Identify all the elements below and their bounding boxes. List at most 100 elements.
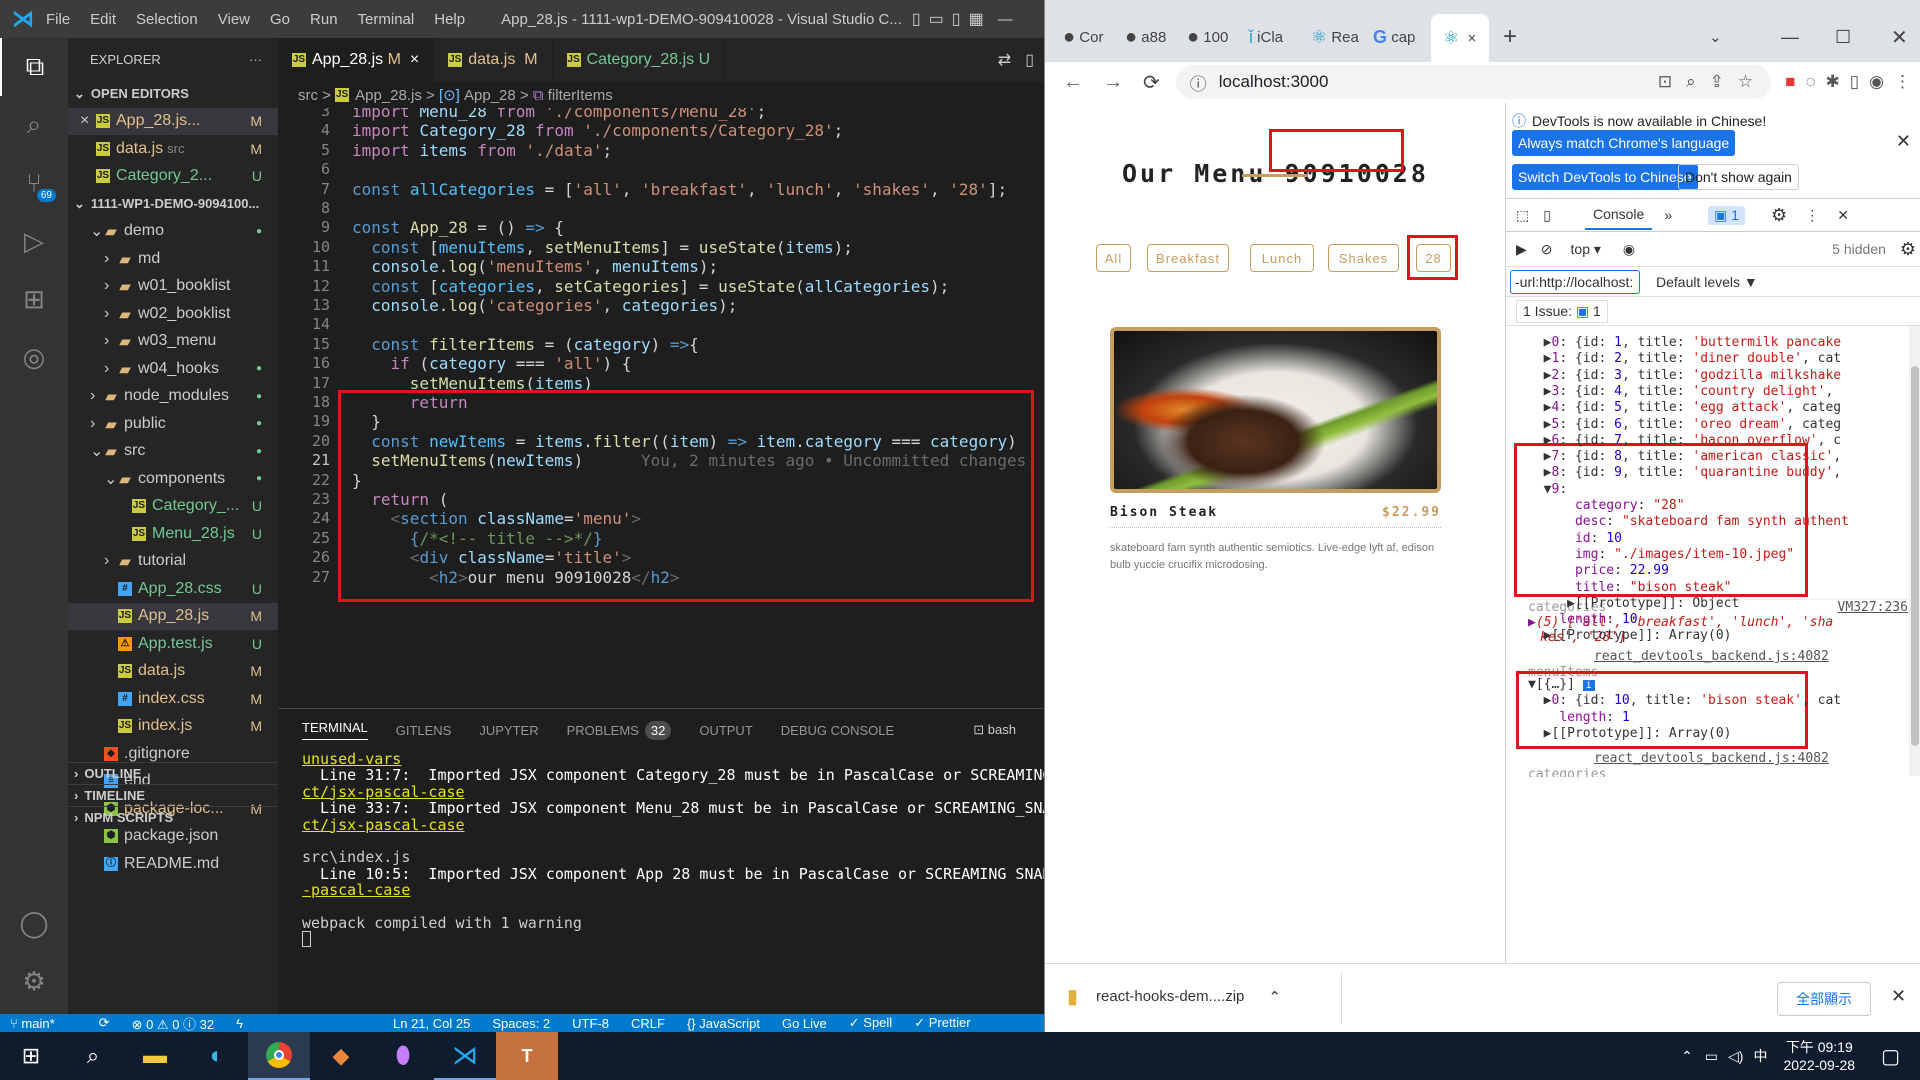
close-download-bar-icon[interactable]: ✕ xyxy=(1891,986,1906,1007)
issues-link[interactable]: 1 Issue: ▣ 1 xyxy=(1516,299,1608,323)
console-filter-input[interactable]: -url:http://localhost: xyxy=(1510,269,1640,294)
tree-item[interactable]: › ▰ w04_hooks ● xyxy=(68,355,278,383)
file-explorer-icon[interactable]: ▬ xyxy=(124,1032,186,1080)
source-control-icon[interactable]: ⑂ 69 xyxy=(0,154,68,212)
filter-all-button[interactable]: All xyxy=(1096,244,1131,272)
breadcrumb-component[interactable]: App_28 xyxy=(464,87,516,104)
status-bolt-icon[interactable]: ϟ xyxy=(236,1016,243,1031)
open-editor-item[interactable]: × JS App_28.js... M xyxy=(68,107,278,135)
inspect-icon[interactable]: ⬚ xyxy=(1516,207,1529,224)
run-debug-icon[interactable]: ▷ xyxy=(0,212,68,270)
close-icon[interactable]: × xyxy=(80,112,96,130)
tree-item[interactable]: JS data.js M xyxy=(68,658,278,686)
search-icon[interactable]: ⌕ xyxy=(0,96,68,154)
devtools-scrollbar[interactable] xyxy=(1909,326,1920,776)
status-problems[interactable]: ⊗ 0 ⚠ 0 ⓘ 32 xyxy=(132,1014,215,1032)
settings-gear-icon[interactable]: ⚙ xyxy=(1771,205,1787,226)
tab-category-28-js[interactable]: JS Category_28.js U xyxy=(553,38,726,82)
status-spaces[interactable]: Spaces: 2 xyxy=(492,1016,550,1031)
tab-react[interactable]: ⚛ Rea xyxy=(1311,22,1359,52)
menu-selection[interactable]: Selection xyxy=(136,11,198,28)
tab-gitlens[interactable]: GITLENS xyxy=(396,723,452,738)
filter-breakfast-button[interactable]: Breakfast xyxy=(1147,244,1229,272)
tab-console[interactable]: Console xyxy=(1584,200,1653,230)
menu-go[interactable]: Go xyxy=(270,11,290,28)
maximize-button[interactable]: ☐ xyxy=(1835,22,1851,52)
tree-item[interactable]: › ▰ w01_booklist xyxy=(68,273,278,301)
status-eol[interactable]: CRLF xyxy=(631,1016,665,1031)
tab-iclass[interactable]: ǐ iCla xyxy=(1249,22,1283,52)
clock[interactable]: 下午 09:19 2022-09-28 xyxy=(1783,1038,1855,1074)
live-expression-eye-icon[interactable]: ◉ xyxy=(1623,241,1635,258)
tree-item[interactable]: JS Category_... U xyxy=(68,493,278,521)
tree-item[interactable]: › ▰ md xyxy=(68,245,278,273)
open-editor-item[interactable]: JS Category_2... U xyxy=(68,163,278,191)
extensions-icon[interactable]: ⊞ xyxy=(0,270,68,328)
switch-chinese-button[interactable]: Switch DevTools to Chinese xyxy=(1512,164,1698,190)
project-header[interactable]: ⌄ 1111-WP1-DEMO-9094100... xyxy=(68,190,278,218)
menu-items-line[interactable]: ▶[[Prototype]]: Array(0) xyxy=(1528,726,1732,746)
categories-source-link[interactable]: VM327:236 xyxy=(1838,600,1908,615)
tab-search-icon[interactable]: ⌄ xyxy=(1709,22,1722,52)
menu-help[interactable]: Help xyxy=(434,11,465,28)
issues-badge[interactable]: ▣ 1 xyxy=(1708,205,1746,225)
tab-data-js[interactable]: JS data.js M xyxy=(434,38,553,82)
ime-indicator[interactable]: 中 xyxy=(1753,1046,1767,1066)
vscode-icon[interactable]: ⋊ xyxy=(434,1032,496,1080)
open-editor-item[interactable]: JS data.js src M xyxy=(68,135,278,163)
default-levels-dropdown[interactable]: Default levels ▼ xyxy=(1656,274,1758,290)
timeline-section[interactable]: › TIMELINE xyxy=(68,784,278,806)
clear-console-icon[interactable]: ⊘ xyxy=(1541,241,1553,258)
minimize-button[interactable]: — xyxy=(998,11,1013,28)
match-language-button[interactable]: Always match Chrome's language xyxy=(1512,130,1736,156)
menu-file[interactable]: File xyxy=(46,11,70,28)
more-menu-icon[interactable]: ⋮ xyxy=(1805,207,1819,224)
menu-terminal[interactable]: Terminal xyxy=(358,11,415,28)
network-icon[interactable]: ▭ xyxy=(1705,1048,1718,1065)
device-icon[interactable]: ▯ xyxy=(1543,207,1551,224)
download-item[interactable]: ▮ react-hooks-dem....zip ⌃ xyxy=(1067,984,1281,1009)
notification-icon[interactable]: ▢ xyxy=(1881,1044,1900,1069)
back-icon[interactable]: ← xyxy=(1063,71,1083,94)
dont-show-again-button[interactable]: Don't show again xyxy=(1678,164,1799,190)
status-branch[interactable]: ⑂ main* xyxy=(10,1016,77,1031)
new-tab-button[interactable]: + xyxy=(1503,22,1517,52)
menu-view[interactable]: View xyxy=(218,11,250,28)
breadcrumb-function[interactable]: filterItems xyxy=(548,87,613,104)
sidebar-toggle-icon[interactable]: ▶ xyxy=(1516,241,1527,258)
menu-run[interactable]: Run xyxy=(310,11,338,28)
menu-source-link[interactable]: react_devtools_backend.js:4082 xyxy=(1594,649,1829,669)
tab-output[interactable]: OUTPUT xyxy=(699,723,752,738)
sourcetree-icon[interactable]: ◆ xyxy=(310,1032,372,1080)
context-select[interactable]: top ▾ xyxy=(1571,241,1601,258)
close-icon[interactable]: × xyxy=(1467,30,1476,47)
tab-terminal[interactable]: TERMINAL xyxy=(302,720,368,740)
status-go-live[interactable]: Go Live xyxy=(782,1016,827,1031)
compare-icon[interactable]: ⇄ xyxy=(998,50,1011,70)
tab-problems[interactable]: PROBLEMS xyxy=(567,723,639,738)
status-prettier[interactable]: ✓ Prettier xyxy=(914,1015,970,1031)
layout-icons[interactable]: ▯▭▯▦ xyxy=(912,9,992,29)
more-tabs-icon[interactable]: » xyxy=(1664,207,1672,223)
tree-item[interactable]: JS App_28.js M xyxy=(68,602,278,630)
tab-github-1[interactable]: ● Cor xyxy=(1063,22,1103,52)
tab-github-3[interactable]: ● 100 xyxy=(1187,22,1228,52)
open-editors-header[interactable]: ⌄ OPEN EDITORS xyxy=(68,80,278,108)
split-editor-icon[interactable]: ▯ xyxy=(1025,50,1034,70)
status-encoding[interactable]: UTF-8 xyxy=(572,1016,609,1031)
tree-item[interactable]: › ▰ tutorial xyxy=(68,548,278,576)
status-sync[interactable]: ⟳ xyxy=(99,1015,110,1031)
status-spell[interactable]: ✓ Spell xyxy=(849,1015,892,1031)
tree-item[interactable]: # App_28.css U xyxy=(68,575,278,603)
forward-icon[interactable]: → xyxy=(1103,71,1123,94)
tree-item[interactable]: # index.css M xyxy=(68,685,278,713)
show-all-button[interactable]: 全部顯示 xyxy=(1777,982,1871,1016)
tree-item[interactable]: ⌄ ▰ src ● xyxy=(68,438,278,466)
terminal-shell-icon[interactable]: ⊡ bash xyxy=(973,722,1044,738)
chrome-icon[interactable] xyxy=(248,1032,310,1080)
volume-icon[interactable]: ◁) xyxy=(1728,1048,1743,1065)
console-line[interactable]: ▶8: {id: 9, title: 'quarantine buddy', xyxy=(1528,465,1841,485)
tree-item[interactable]: › ▰ public ● xyxy=(68,410,278,438)
outline-section[interactable]: › OUTLINE xyxy=(68,762,278,784)
tab-localhost-active[interactable]: ⚛ × xyxy=(1431,14,1489,62)
